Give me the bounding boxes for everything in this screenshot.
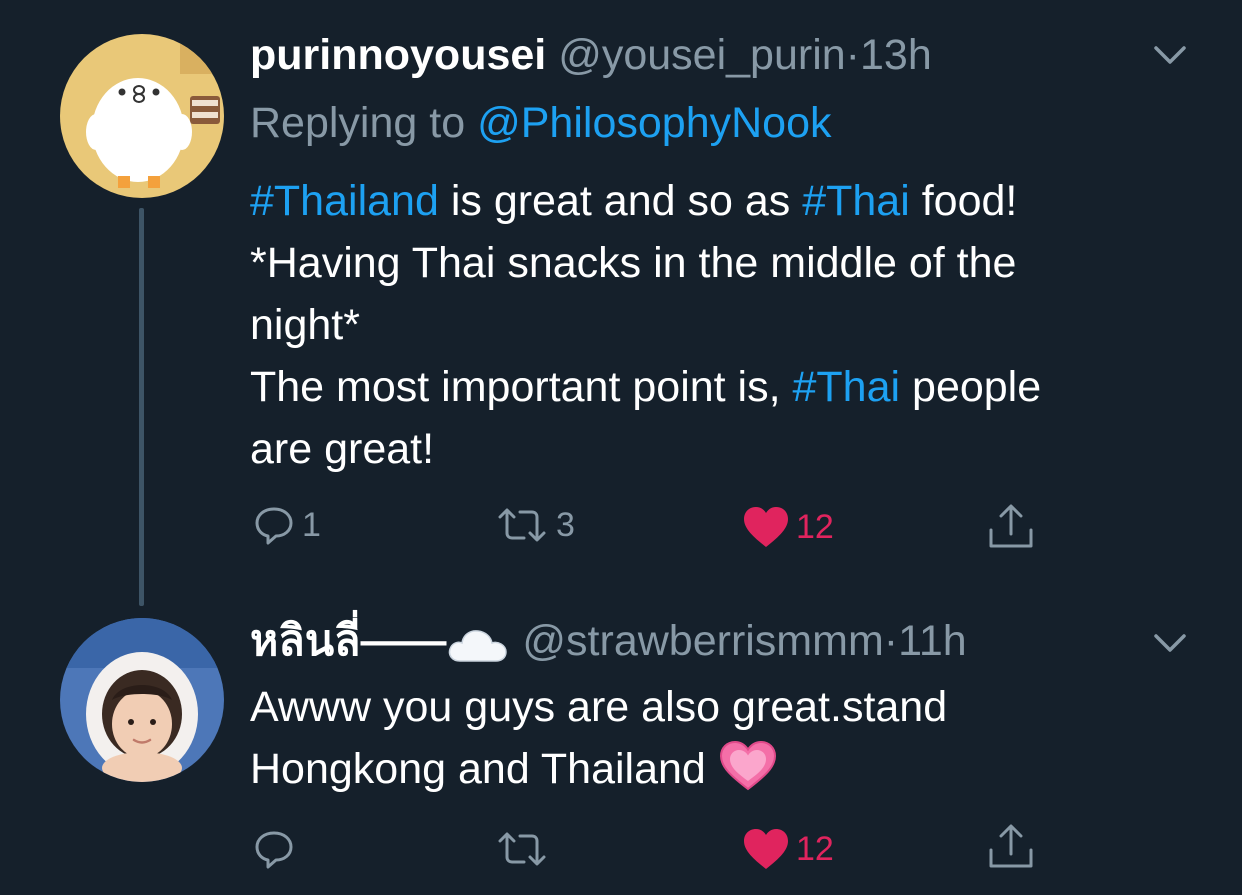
- retweet-count: 3: [556, 505, 575, 544]
- tweet-line-2: *Having Thai snacks in the middle of the: [250, 239, 1017, 287]
- text-segment: is great and so as: [438, 177, 803, 225]
- text-segment: people: [900, 363, 1042, 411]
- tweet-text: #Thailand is great and so as #Thai food!…: [250, 170, 1210, 480]
- tweet-line-3: night*: [250, 301, 360, 349]
- share-button[interactable]: [986, 822, 1036, 872]
- tweet-line-2: Hongkong and Thailand: [250, 738, 1210, 810]
- tweet-header: หลินลี่—— @strawberrismmm·11h: [250, 616, 967, 676]
- tweet-line-1: Awww you guys are also great.stand: [250, 683, 948, 731]
- avatar-strawberrismmm[interactable]: [60, 618, 224, 782]
- cloud-icon: [449, 630, 508, 662]
- pink-heart-emoji: [718, 739, 778, 810]
- person-avatar-image: [60, 618, 224, 782]
- hashtag-thai[interactable]: #Thai: [793, 363, 901, 411]
- retweet-button[interactable]: [494, 824, 550, 874]
- tweet-header: purinnoyousei @yousei_purin·13h: [250, 30, 932, 80]
- thread-connector-line: [139, 208, 144, 606]
- text-segment: The most important point is,: [250, 363, 793, 411]
- retweet-button[interactable]: 3: [494, 500, 575, 550]
- hashtag-thailand[interactable]: #Thailand: [250, 177, 439, 225]
- tweet-1[interactable]: purinnoyousei @yousei_purin·13h Replying…: [0, 0, 1242, 600]
- text-segment: Hongkong and Thailand: [250, 745, 706, 793]
- chevron-down-icon[interactable]: [1150, 626, 1190, 656]
- reply-icon: [255, 831, 293, 869]
- pink-heart-icon: [719, 740, 776, 791]
- share-icon: [989, 504, 1033, 548]
- replying-to: Replying to @PhilosophyNook: [250, 98, 832, 148]
- like-button[interactable]: 12: [742, 502, 834, 552]
- share-button[interactable]: [986, 502, 1036, 552]
- user-handle[interactable]: @strawberrismmm: [522, 617, 883, 665]
- retweet-icon: [498, 832, 546, 866]
- like-count: 12: [796, 829, 834, 868]
- separator: ·: [883, 617, 899, 665]
- reply-button[interactable]: [252, 824, 296, 874]
- separator: ·: [845, 31, 860, 79]
- tweet-text: Awww you guys are also great.stand Hongk…: [250, 676, 1210, 810]
- display-name[interactable]: หลินลี่——: [250, 617, 446, 665]
- tweet-line-1: #Thailand is great and so as #Thai food!: [250, 170, 1210, 232]
- like-button[interactable]: 12: [742, 824, 834, 874]
- replying-to-handle[interactable]: @PhilosophyNook: [477, 99, 831, 147]
- reply-button[interactable]: 1: [252, 500, 321, 550]
- tweet-line-5: are great!: [250, 425, 435, 473]
- retweet-icon: [498, 508, 546, 542]
- reply-icon: [255, 507, 293, 545]
- replying-prefix: Replying to: [250, 99, 466, 147]
- cloud-emoji: [446, 625, 510, 676]
- user-handle[interactable]: @yousei_purin: [558, 31, 845, 79]
- tweet-line-4: The most important point is, #Thai peopl…: [250, 356, 1210, 418]
- like-count: 12: [796, 507, 834, 546]
- text-segment: food!: [909, 177, 1018, 225]
- timestamp[interactable]: 13h: [860, 31, 932, 79]
- heart-icon: [744, 507, 788, 547]
- reply-count: 1: [302, 505, 321, 544]
- heart-icon: [744, 829, 788, 869]
- avatar-purinnoyousei[interactable]: [60, 34, 224, 198]
- display-name[interactable]: purinnoyousei: [250, 31, 546, 79]
- share-icon: [989, 824, 1033, 868]
- hashtag-thai[interactable]: #Thai: [802, 177, 910, 225]
- chevron-down-icon[interactable]: [1150, 38, 1190, 68]
- tweet-2[interactable]: หลินลี่—— @strawberrismmm·11h Awww you g…: [0, 600, 1242, 895]
- chick-avatar-image: [60, 34, 224, 198]
- timestamp[interactable]: 11h: [898, 617, 967, 665]
